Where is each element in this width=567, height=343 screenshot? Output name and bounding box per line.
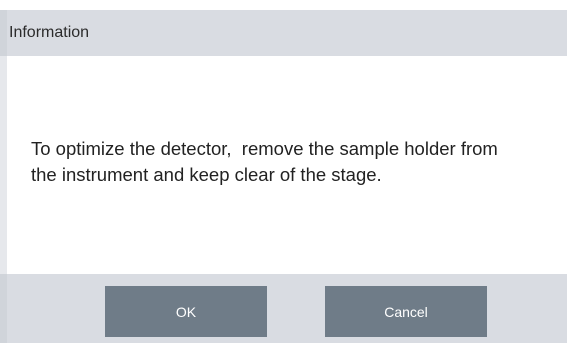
dialog-title: Information bbox=[9, 24, 90, 41]
dialog-content: To optimize the detector, remove the sam… bbox=[0, 56, 567, 274]
dialog-message-line-1: To optimize the detector, remove the sam… bbox=[31, 138, 498, 159]
ok-button[interactable]: OK bbox=[105, 286, 267, 337]
dialog-message: To optimize the detector, remove the sam… bbox=[31, 136, 567, 188]
cancel-button[interactable]: Cancel bbox=[325, 286, 487, 337]
information-dialog: Information To optimize the detector, re… bbox=[0, 0, 567, 343]
dialog-title-bar: Information bbox=[0, 10, 567, 56]
dialog-footer: OK Cancel bbox=[0, 274, 567, 343]
dialog-message-line-2: the instrument and keep clear of the sta… bbox=[31, 164, 382, 185]
